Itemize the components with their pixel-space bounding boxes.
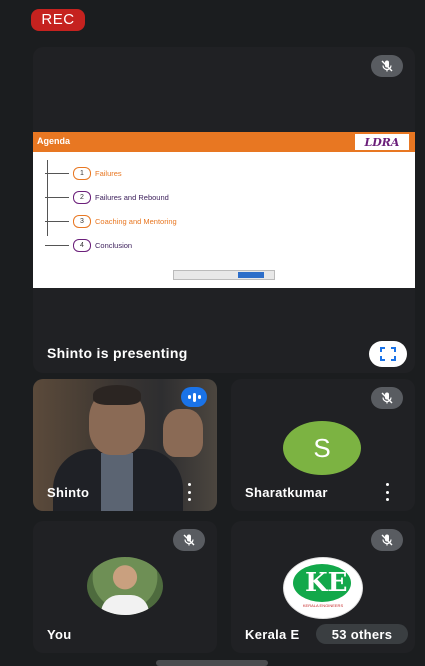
presentation-tile[interactable]: Agenda LDRA 1 Failures 2 Failures and Re… xyxy=(33,47,415,373)
participant-tile-sharatkumar[interactable]: S Sharatkumar xyxy=(231,379,415,511)
participant-name: You xyxy=(47,627,72,642)
participant-name: Kerala E xyxy=(245,627,300,642)
mic-off-icon xyxy=(371,387,403,409)
presenter-label: Shinto is presenting xyxy=(47,345,188,361)
agenda-item: 4 Conclusion xyxy=(45,238,132,252)
participant-tile-shinto[interactable]: Shinto xyxy=(33,379,217,511)
slide-controls xyxy=(173,270,275,280)
others-count-button[interactable]: 53 others xyxy=(316,624,408,644)
shared-slide: Agenda LDRA 1 Failures 2 Failures and Re… xyxy=(33,132,415,288)
speaking-indicator-icon xyxy=(181,387,207,407)
agenda-number: 4 xyxy=(73,238,91,252)
agenda-item: 3 Coaching and Mentoring xyxy=(45,214,177,228)
agenda-text: Failures and Rebound xyxy=(95,192,169,202)
more-options-icon[interactable] xyxy=(182,483,196,501)
avatar: KE KERALA ENGINEERS xyxy=(283,557,363,619)
participant-tile-kerala[interactable]: KE KERALA ENGINEERS Kerala E 53 others xyxy=(231,521,415,653)
fullscreen-icon xyxy=(380,347,396,361)
home-indicator xyxy=(156,660,268,666)
agenda-text: Coaching and Mentoring xyxy=(95,216,177,226)
avatar xyxy=(87,557,163,615)
mic-off-icon xyxy=(173,529,205,551)
mic-off-icon xyxy=(371,529,403,551)
participant-name: Shinto xyxy=(47,485,90,500)
agenda-text: Failures xyxy=(95,168,122,178)
ldra-logo: LDRA xyxy=(355,134,409,150)
fullscreen-button[interactable] xyxy=(369,341,407,367)
agenda-number: 2 xyxy=(73,190,91,204)
more-options-icon[interactable] xyxy=(380,483,394,501)
logo-text: LDRA xyxy=(364,135,400,149)
slide-title: Agenda xyxy=(37,136,71,146)
recording-badge: REC xyxy=(31,9,85,31)
agenda-text: Conclusion xyxy=(95,240,133,250)
participant-name: Sharatkumar xyxy=(245,485,328,500)
agenda-item: 1 Failures xyxy=(45,166,122,180)
avatar: S xyxy=(283,421,361,475)
participant-tile-you[interactable]: You xyxy=(33,521,217,653)
agenda-number: 3 xyxy=(73,214,91,228)
mic-off-icon xyxy=(371,55,403,77)
agenda-number: 1 xyxy=(73,166,91,180)
agenda-item: 2 Failures and Rebound xyxy=(45,190,169,204)
